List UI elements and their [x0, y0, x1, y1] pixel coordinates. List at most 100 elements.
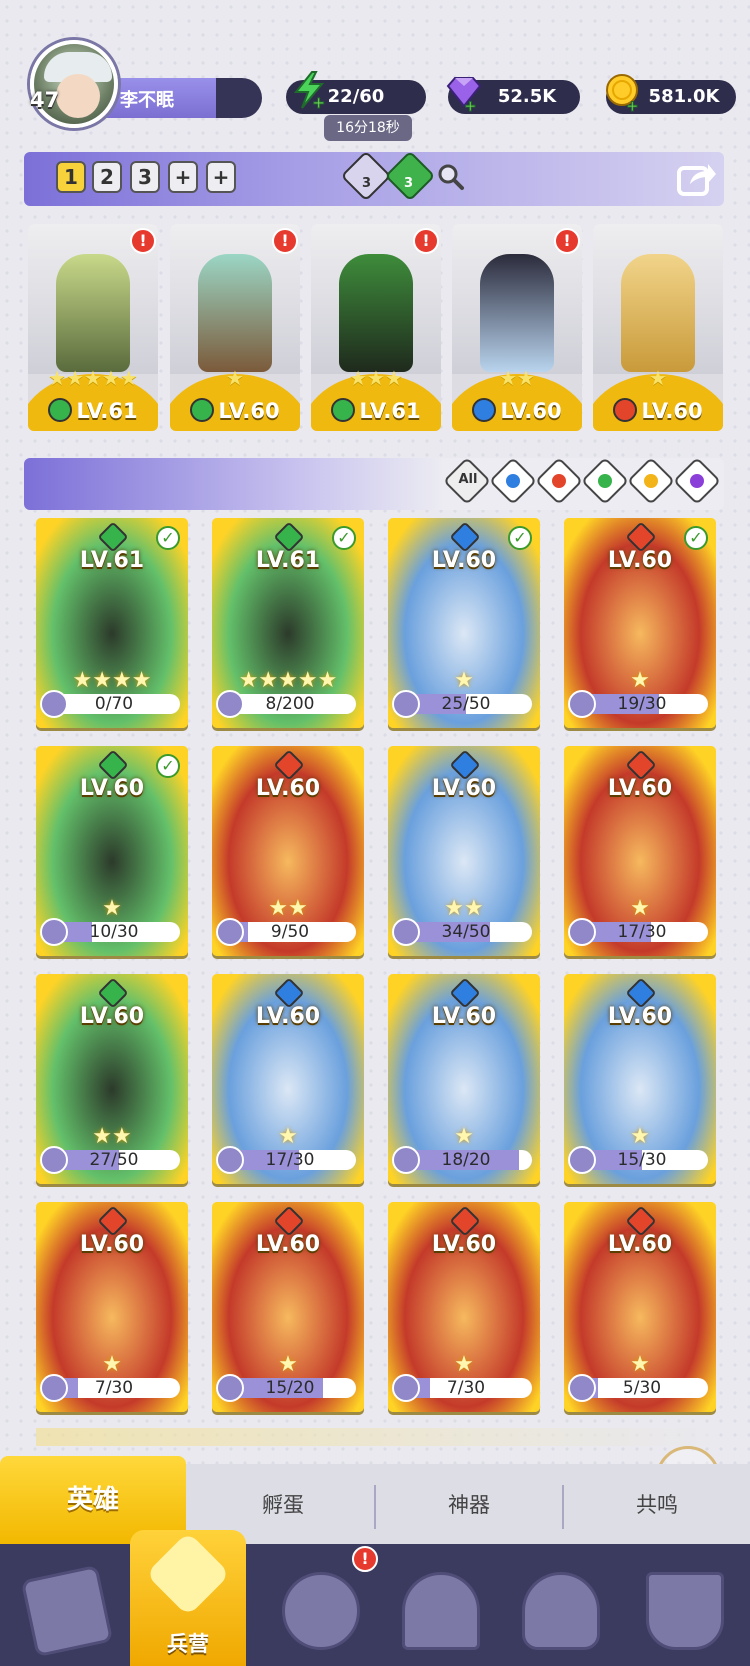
hero-stars: ★	[454, 1124, 474, 1149]
alert-badge: !	[272, 228, 298, 254]
wind-element-icon	[48, 398, 73, 422]
hero-card[interactable]: LV.60 ★ 18/20	[388, 974, 540, 1184]
hero-level: LV.60	[255, 776, 321, 801]
shard-icon	[216, 690, 244, 718]
check-icon: ✓	[156, 754, 180, 778]
shard-icon	[216, 1374, 244, 1402]
team-hero-card[interactable]: ★★★★★ LV.61	[28, 224, 158, 431]
mushroom-icon[interactable]	[522, 1572, 600, 1650]
search-icon[interactable]	[436, 162, 466, 192]
tab-artifact[interactable]: 神器	[376, 1470, 562, 1540]
map-alert-badge: !	[352, 1546, 378, 1572]
player-name: 李不眠	[120, 90, 174, 111]
alert-badge: !	[413, 228, 439, 254]
team-hero-card[interactable]: ★ LV.60	[170, 224, 300, 431]
gem-value: 52.5K	[497, 86, 557, 107]
fire-element-icon	[613, 398, 638, 422]
team-tab-1[interactable]: 1	[56, 161, 86, 193]
shard-icon	[40, 918, 68, 946]
check-icon: ✓	[508, 526, 532, 550]
hero-stars: ★	[278, 1352, 298, 1377]
green-crystal-count: 3	[404, 176, 414, 191]
shard-icon	[216, 1146, 244, 1174]
nav-barracks[interactable]: 兵营	[130, 1530, 246, 1666]
check-icon: ✓	[156, 526, 180, 550]
hero-card[interactable]: LV.61 ✓ ★★★★★ 8/200	[212, 518, 364, 728]
hero-card[interactable]: LV.60 ★ 15/20	[212, 1202, 364, 1412]
barracks-icon	[145, 1531, 231, 1617]
hero-level: LV.60	[431, 548, 497, 573]
shard-icon	[216, 918, 244, 946]
hero-card[interactable]: LV.60 ✓ ★ 25/50	[388, 518, 540, 728]
hero-stars: ★	[102, 896, 122, 921]
shard-icon	[392, 918, 420, 946]
shard-icon	[392, 1146, 420, 1174]
hero-card[interactable]: LV.60 ★ 17/30	[564, 746, 716, 956]
alert-badge: !	[130, 228, 156, 254]
hero-level: LV.61	[255, 548, 321, 573]
hero-card[interactable]: LV.60 ★ 7/30	[388, 1202, 540, 1412]
hero-stars: ★★	[268, 896, 308, 921]
hero-stars: ★★★	[349, 366, 403, 390]
hero-level: LV.61	[311, 398, 441, 423]
castle-icon[interactable]	[402, 1572, 480, 1650]
hero-card[interactable]: LV.61 ✓ ★★★★ 0/70	[36, 518, 188, 728]
hero-level: LV.60	[607, 776, 673, 801]
hero-stars: ★★	[444, 896, 484, 921]
hero-stars: ★★	[499, 366, 535, 390]
team-hero-card[interactable]: ★★★ LV.61	[311, 224, 441, 431]
shard-icon	[568, 690, 596, 718]
hero-level: LV.61	[28, 398, 158, 423]
energy-timer: 16分18秒	[324, 115, 412, 141]
shard-icon	[40, 1146, 68, 1174]
team-tab-2[interactable]: 2	[92, 161, 122, 193]
hero-level: LV.60	[255, 1004, 321, 1029]
hero-level: LV.60	[431, 1232, 497, 1257]
svg-text:+: +	[626, 97, 639, 112]
hero-stars: ★	[630, 668, 650, 693]
hero-level: LV.61	[79, 548, 145, 573]
hero-card[interactable]: LV.60 ★★ 9/50	[212, 746, 364, 956]
hero-stars: ★	[278, 1124, 298, 1149]
hero-card[interactable]: LV.60 ★★ 27/50	[36, 974, 188, 1184]
hero-stars: ★	[454, 668, 474, 693]
team-tab-add-1[interactable]: +	[168, 161, 198, 193]
purple-crystal-count: 3	[362, 176, 372, 191]
share-icon[interactable]	[676, 158, 718, 198]
next-row-fade	[36, 1428, 714, 1446]
check-icon: ✓	[684, 526, 708, 550]
hero-level: LV.60	[607, 1232, 673, 1257]
tab-resonance[interactable]: 共鸣	[564, 1470, 750, 1540]
hero-level: LV.60	[607, 1004, 673, 1029]
shard-icon	[568, 918, 596, 946]
hero-card[interactable]: LV.60 ★ 7/30	[36, 1202, 188, 1412]
shield-icon[interactable]	[646, 1572, 724, 1650]
hero-card[interactable]: LV.60 ✓ ★ 10/30	[36, 746, 188, 956]
energy-icon: +	[293, 71, 326, 110]
map-icon[interactable]	[282, 1572, 360, 1650]
water-element-icon	[472, 398, 497, 422]
team-tab-3[interactable]: 3	[130, 161, 160, 193]
hero-stars: ★★★★★	[238, 668, 338, 693]
hero-stars: ★	[649, 366, 667, 390]
shard-icon	[40, 1374, 68, 1402]
hero-stars: ★★★★★	[48, 366, 138, 390]
shard-icon	[568, 1374, 596, 1402]
filter-all-label: All	[458, 472, 478, 487]
hero-level: LV.60	[79, 776, 145, 801]
cards-icon[interactable]	[20, 1564, 114, 1658]
hero-card[interactable]: LV.60 ✓ ★ 19/30	[564, 518, 716, 728]
nav-barracks-label: 兵营	[167, 1632, 209, 1656]
team-tab-add-2[interactable]: +	[206, 161, 236, 193]
hero-card[interactable]: LV.60 ★★ 34/50	[388, 746, 540, 956]
hero-card[interactable]: LV.60 ★ 17/30	[212, 974, 364, 1184]
team-hero-card[interactable]: ★ LV.60	[593, 224, 723, 431]
hero-level: LV.60	[607, 548, 673, 573]
hero-level: LV.60	[255, 1232, 321, 1257]
hero-level: LV.60	[79, 1232, 145, 1257]
hero-level: LV.60	[452, 398, 582, 423]
hero-card[interactable]: LV.60 ★ 15/30	[564, 974, 716, 1184]
hero-card[interactable]: LV.60 ★ 5/30	[564, 1202, 716, 1412]
team-hero-card[interactable]: ★★ LV.60	[452, 224, 582, 431]
gold-coin-icon: +	[606, 74, 639, 112]
